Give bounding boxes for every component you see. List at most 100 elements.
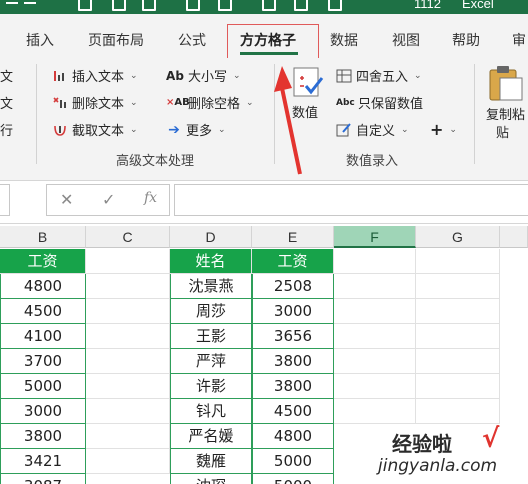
name-cell[interactable]: 严名媛 (170, 424, 252, 449)
header-salary-b[interactable]: 工资 (0, 249, 86, 274)
salary-cell[interactable]: 3800 (252, 349, 334, 374)
salary-cell[interactable]: 2508 (252, 274, 334, 299)
chevron-down-icon: ⌄ (401, 124, 409, 135)
tab-formulas[interactable]: 公式 (178, 30, 206, 50)
numeric-button[interactable]: 数值 (290, 66, 330, 122)
table-cell[interactable]: 3700 (0, 349, 86, 374)
column-header-h[interactable] (500, 226, 528, 248)
empty-cell[interactable] (86, 349, 170, 374)
formula-input[interactable] (174, 184, 528, 216)
empty-cell[interactable] (416, 274, 500, 299)
empty-cell[interactable] (334, 299, 416, 324)
keep-values-button[interactable]: Abc 只保留数值 (336, 93, 423, 112)
column-header-d[interactable]: D (170, 226, 252, 248)
name-cell[interactable]: 严萍 (170, 349, 252, 374)
table-cell[interactable]: 4800 (0, 274, 86, 299)
left-item-3[interactable]: 行 (0, 120, 13, 139)
tab-view[interactable]: 视图 (392, 30, 420, 50)
salary-cell[interactable]: 3800 (252, 374, 334, 399)
salary-cell[interactable]: 3000 (252, 299, 334, 324)
picture-icon[interactable] (218, 0, 232, 11)
table-cell[interactable]: 4100 (0, 324, 86, 349)
table-cell[interactable]: 3000 (0, 399, 86, 424)
tab-review[interactable]: 审 (512, 30, 526, 50)
delete-text-button[interactable]: 删除文本 ⌄ (52, 93, 138, 112)
enter-icon[interactable]: ✓ (102, 190, 115, 209)
save-icon[interactable] (78, 0, 92, 11)
empty-cell[interactable] (334, 349, 416, 374)
empty-cell[interactable] (416, 249, 500, 274)
salary-cell[interactable]: 5000 (252, 449, 334, 474)
cancel-icon[interactable]: ✕ (60, 190, 73, 209)
empty-cell[interactable] (334, 249, 416, 274)
salary-cell[interactable]: 4800 (252, 424, 334, 449)
empty-cell[interactable] (86, 449, 170, 474)
table-cell[interactable]: 3087 (0, 474, 86, 484)
name-cell[interactable]: 钭凡 (170, 399, 252, 424)
salary-cell[interactable]: 5000 (252, 474, 334, 484)
salary-cell[interactable]: 3656 (252, 324, 334, 349)
empty-cell[interactable] (86, 299, 170, 324)
name-cell[interactable]: 周莎 (170, 299, 252, 324)
tab-page-layout[interactable]: 页面布局 (88, 30, 144, 50)
cut-text-button[interactable]: 截取文本 ⌄ (52, 120, 138, 139)
name-cell[interactable]: 王影 (170, 324, 252, 349)
name-cell[interactable]: 沈景燕 (170, 274, 252, 299)
empty-cell[interactable] (334, 374, 416, 399)
table-cell[interactable]: 5000 (0, 374, 86, 399)
column-header-f[interactable]: F (334, 226, 416, 248)
abc-icon: Abc (336, 97, 355, 108)
empty-cell[interactable] (416, 374, 500, 399)
empty-cell[interactable] (86, 324, 170, 349)
plus-button[interactable]: + ⌄ (430, 120, 457, 139)
empty-cell[interactable] (416, 399, 500, 424)
shape-icon[interactable] (328, 0, 342, 11)
text-icon[interactable] (262, 0, 276, 11)
copy-paste-button[interactable]: 复制粘 贴 (484, 64, 528, 144)
delete-spaces-button[interactable]: ×AB 删除空格 ⌄ (166, 93, 254, 113)
filter-icon[interactable] (294, 0, 308, 11)
header-salary-e[interactable]: 工资 (252, 249, 334, 274)
empty-cell[interactable] (86, 374, 170, 399)
table-cell[interactable]: 4500 (0, 299, 86, 324)
empty-cell[interactable] (334, 324, 416, 349)
column-header-g[interactable]: G (416, 226, 500, 248)
insert-text-button[interactable]: 插入文本 ⌄ (52, 66, 138, 85)
left-item-1[interactable]: 文 (0, 66, 13, 85)
table-cell[interactable]: 3421 (0, 449, 86, 474)
column-header-c[interactable]: C (86, 226, 170, 248)
name-box[interactable] (0, 184, 10, 216)
case-button[interactable]: Ab 大小写 ⌄ (166, 66, 241, 86)
column-header-b[interactable]: B (0, 226, 86, 248)
empty-cell[interactable] (416, 324, 500, 349)
name-cell[interactable]: 许影 (170, 374, 252, 399)
fx-icon[interactable]: fx (144, 190, 157, 206)
form-icon[interactable] (112, 0, 126, 11)
salary-cell[interactable]: 4500 (252, 399, 334, 424)
more-button[interactable]: ➔ 更多 ⌄ (166, 120, 225, 140)
ab-case-icon: Ab (166, 68, 184, 83)
name-cell[interactable]: 魏雁 (170, 449, 252, 474)
tab-help[interactable]: 帮助 (452, 30, 480, 50)
name-cell[interactable]: 沈琛 (170, 474, 252, 484)
empty-cell[interactable] (334, 274, 416, 299)
empty-cell[interactable] (86, 424, 170, 449)
empty-cell[interactable] (416, 299, 500, 324)
grid-icon[interactable] (186, 0, 200, 11)
tab-data[interactable]: 数据 (330, 30, 358, 50)
column-header-e[interactable]: E (252, 226, 334, 248)
table-cell[interactable]: 3800 (0, 424, 86, 449)
more-label: 更多 (186, 124, 213, 139)
tab-insert[interactable]: 插入 (26, 30, 54, 50)
table-icon[interactable] (142, 0, 156, 11)
left-item-2[interactable]: 文 (0, 93, 13, 112)
empty-cell[interactable] (86, 399, 170, 424)
empty-cell[interactable] (86, 249, 170, 274)
cut-text-icon (52, 122, 68, 138)
custom-button[interactable]: 自定义 ⌄ (336, 120, 409, 139)
header-name[interactable]: 姓名 (170, 249, 252, 274)
empty-cell[interactable] (416, 349, 500, 374)
round-button[interactable]: 四舍五入 ⌄ (336, 66, 422, 85)
empty-cell[interactable] (334, 399, 416, 424)
empty-cell[interactable] (86, 274, 170, 299)
